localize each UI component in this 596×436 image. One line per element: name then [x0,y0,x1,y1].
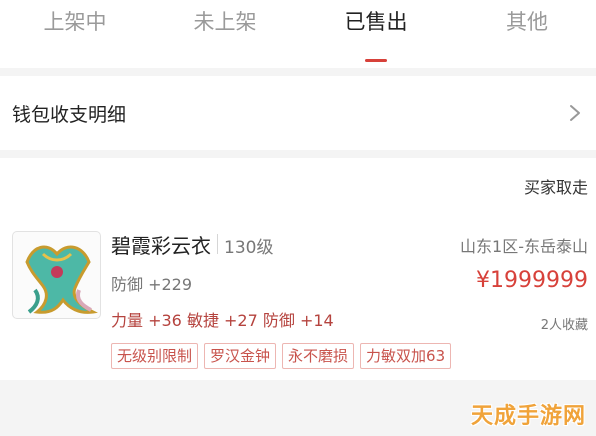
order-card[interactable]: 买家取走 碧霞彩云衣 130级 山东1区-东岳泰山 防御 +229 ¥19999… [0,158,596,380]
item-defense: 防御 +229 [111,275,193,294]
item-stats: 力量 +36 敏捷 +27 防御 +14 [111,311,334,330]
tag-item: 罗汉金钟 [204,343,277,369]
tab-sold[interactable]: 已售出 [316,4,436,44]
tag-item: 永不磨损 [282,343,355,369]
order-status: 买家取走 [523,178,588,197]
name-divider [217,234,218,254]
tag-item: 力敏双加63 [360,343,452,369]
wallet-details-row[interactable]: 钱包收支明细 [0,76,596,150]
item-price: ¥1999999 [476,268,588,293]
tag-item: 无级别限制 [111,343,199,369]
active-tab-indicator [365,59,387,62]
item-name: 碧霞彩云衣 [111,234,211,258]
tab-unlisted[interactable]: 未上架 [165,4,285,44]
chevron-right-icon [570,105,580,121]
tab-listed[interactable]: 上架中 [15,4,135,44]
favorites-count: 2人收藏 [540,318,588,333]
tab-other[interactable]: 其他 [467,4,587,44]
wallet-details-label: 钱包收支明细 [12,104,127,126]
tag-list: 无级别限制 罗汉金钟 永不磨损 力敏双加63 [111,343,452,369]
tab-bar: 上架中 未上架 已售出 其他 [0,0,596,68]
site-watermark: 天成手游网 [470,404,586,429]
server-name: 山东1区-东岳泰山 [460,237,588,256]
item-thumbnail [12,231,101,319]
item-level: 130级 [224,238,274,258]
robe-icon [25,245,98,314]
